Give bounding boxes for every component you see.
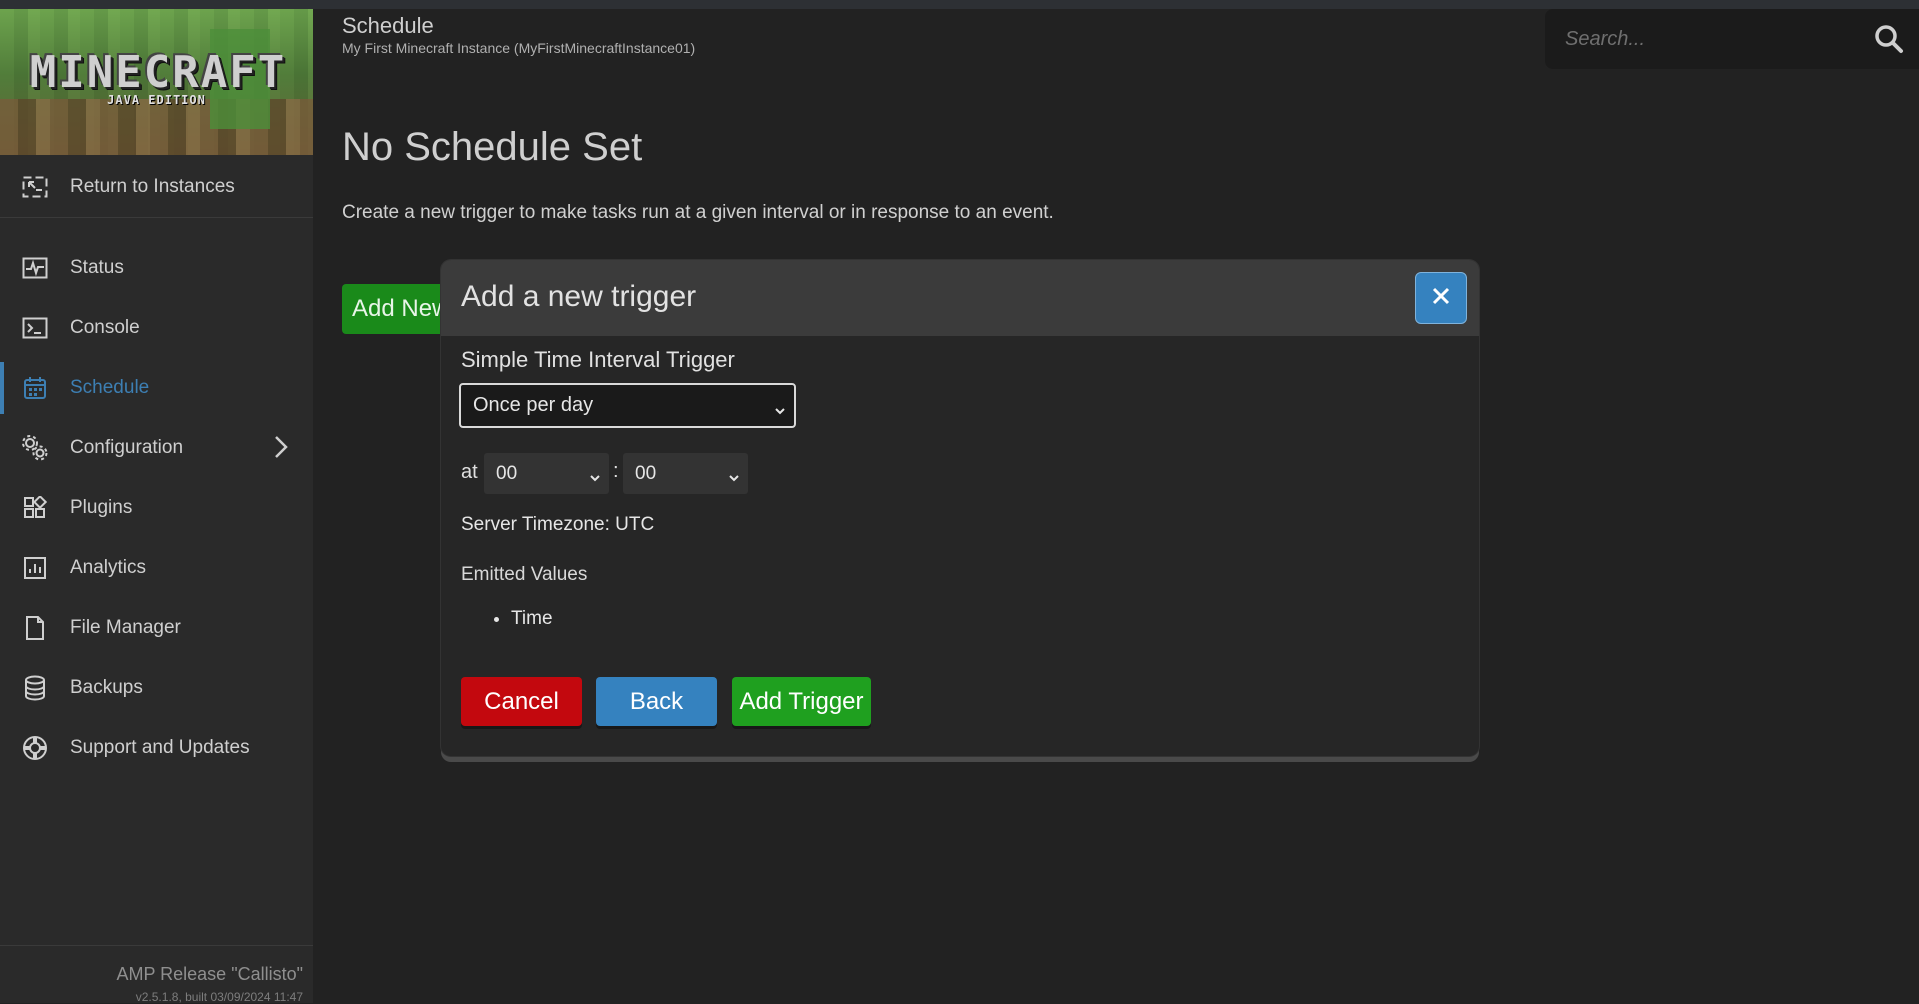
list-item: Time — [511, 608, 553, 630]
return-label: Return to Instances — [70, 176, 235, 197]
back-button[interactable]: Back — [596, 677, 717, 726]
plugins-icon — [20, 493, 50, 523]
trigger-type-label: Simple Time Interval Trigger — [461, 347, 735, 372]
sidebar-item-label: Analytics — [70, 557, 147, 578]
sidebar-item-label: Support and Updates — [70, 737, 250, 758]
status-icon — [20, 253, 50, 283]
add-trigger-modal: Add a new trigger Simple Time Interval T… — [441, 260, 1479, 756]
sidebar-item-backups[interactable]: Backups — [0, 662, 313, 714]
top-strip — [0, 0, 1919, 9]
interval-select-value: Once per day — [473, 394, 594, 416]
sidebar-divider — [0, 217, 313, 218]
minute-select-value: 00 — [635, 462, 657, 484]
return-icon — [20, 172, 50, 202]
empty-state-description: Create a new trigger to make tasks run a… — [342, 202, 1054, 223]
logo-wordmark: MINECRAFT — [29, 47, 287, 98]
sidebar-footer-divider — [0, 945, 313, 946]
sidebar-item-label: Backups — [70, 677, 143, 698]
analytics-icon — [20, 553, 50, 583]
empty-state-heading: No Schedule Set — [342, 125, 643, 169]
sidebar-item-configuration[interactable]: Configuration — [0, 422, 313, 474]
file-icon — [20, 613, 50, 643]
sidebar-item-label: Console — [70, 317, 140, 338]
sidebar-item-console[interactable]: Console — [0, 302, 313, 354]
close-button[interactable] — [1415, 272, 1467, 324]
chevron-right-icon[interactable] — [273, 434, 289, 466]
interval-select[interactable]: Once per day — [459, 383, 796, 428]
time-separator: : — [613, 460, 619, 482]
sidebar-item-file-manager[interactable]: File Manager — [0, 602, 313, 654]
sidebar-item-label: File Manager — [70, 617, 181, 638]
chevron-down-icon — [774, 400, 786, 423]
sidebar-item-schedule[interactable]: Schedule — [0, 362, 313, 414]
minute-select[interactable]: 00 — [623, 453, 748, 494]
sidebar-item-label: Schedule — [70, 377, 150, 398]
sidebar-item-label: Plugins — [70, 497, 133, 518]
close-icon — [1431, 286, 1451, 311]
instance-subtitle: My First Minecraft Instance (MyFirstMine… — [342, 40, 696, 56]
search-icon[interactable] — [1871, 21, 1907, 57]
release-version: v2.5.1.8, built 03/09/2024 11:47 — [135, 990, 303, 1004]
hour-select-value: 00 — [496, 462, 518, 484]
release-name: AMP Release "Callisto" — [116, 964, 303, 984]
search-input[interactable] — [1563, 23, 1857, 55]
modal-title: Add a new trigger — [461, 280, 697, 313]
sidebar-item-label: Status — [70, 257, 124, 278]
emitted-values-list: Time — [491, 608, 553, 630]
page-title: Schedule — [342, 13, 434, 38]
search-box — [1545, 9, 1919, 69]
sidebar: MINECRAFT JAVA EDITION Return to Instanc… — [0, 9, 313, 1004]
instance-logo: MINECRAFT JAVA EDITION — [0, 9, 313, 155]
sidebar-item-label: Configuration — [70, 437, 184, 458]
add-trigger-button[interactable]: Add Trigger — [732, 677, 871, 726]
database-icon — [20, 673, 50, 703]
gears-icon — [20, 433, 50, 463]
chevron-down-icon — [589, 468, 601, 490]
chevron-down-icon — [728, 468, 740, 490]
cancel-button[interactable]: Cancel — [461, 677, 582, 726]
at-label: at — [461, 461, 478, 483]
sidebar-item-support[interactable]: Support and Updates — [0, 722, 313, 774]
emitted-values-label: Emitted Values — [461, 564, 588, 585]
console-icon — [20, 313, 50, 343]
sidebar-item-status[interactable]: Status — [0, 242, 313, 294]
hour-select[interactable]: 00 — [484, 453, 609, 494]
logo-edition: JAVA EDITION — [107, 93, 206, 107]
sidebar-item-plugins[interactable]: Plugins — [0, 482, 313, 534]
lifebuoy-icon — [20, 733, 50, 763]
modal-header: Add a new trigger — [441, 260, 1479, 336]
server-timezone: Server Timezone: UTC — [461, 514, 655, 535]
calendar-icon — [20, 373, 50, 403]
return-to-instances-link[interactable]: Return to Instances — [0, 161, 313, 213]
sidebar-item-analytics[interactable]: Analytics — [0, 542, 313, 594]
